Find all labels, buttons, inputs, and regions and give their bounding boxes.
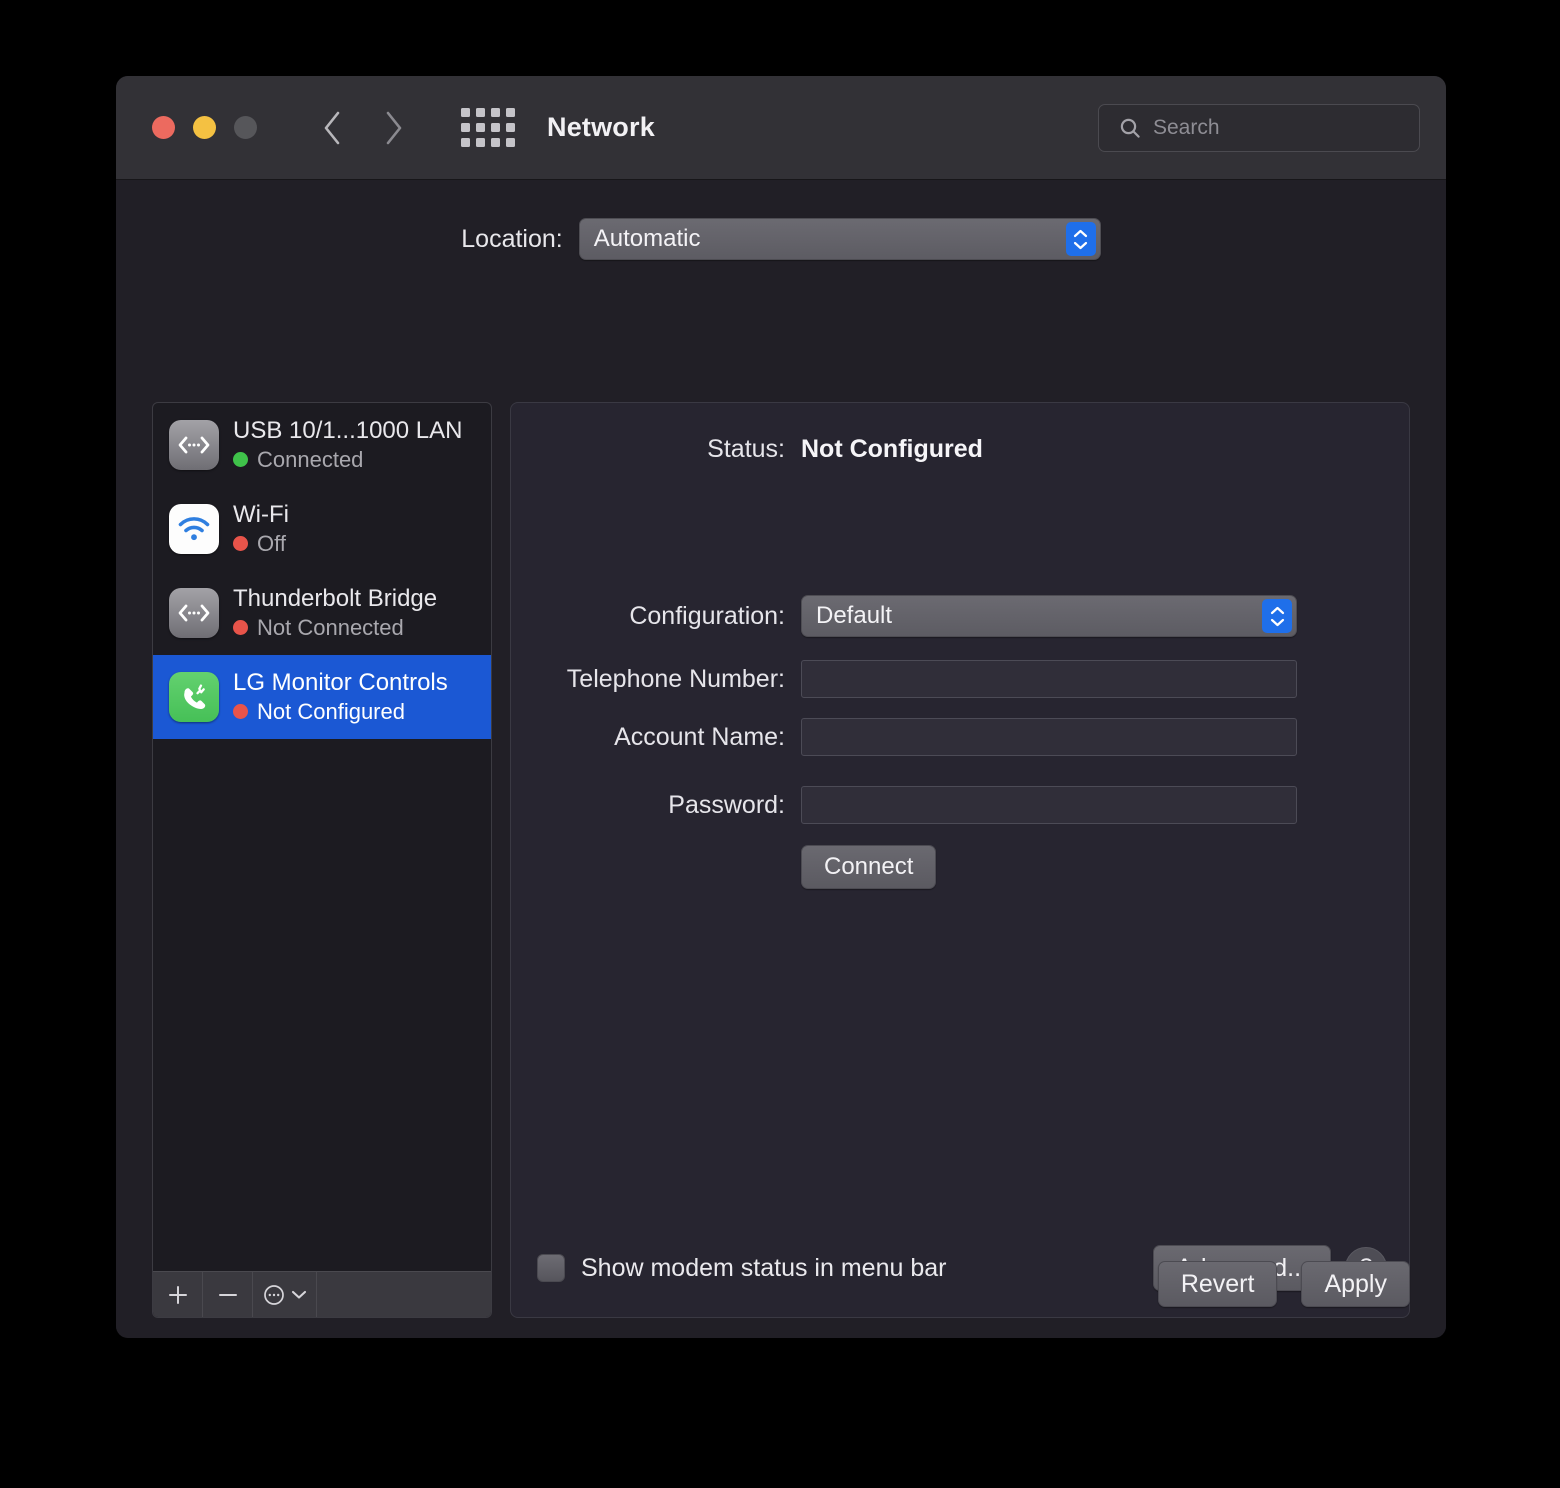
grid-icon[interactable] (461, 108, 515, 147)
status-dot-red (233, 536, 248, 552)
service-status: Connected (233, 446, 462, 473)
remove-service-button[interactable] (203, 1272, 253, 1317)
service-status-label: Off (257, 530, 286, 556)
service-status-label: Not Connected (257, 614, 404, 640)
grid-cell (491, 108, 500, 117)
password-input[interactable] (801, 786, 1297, 824)
service-list: USB 10/1...1000 LAN Connected Wi-Fi Off … (153, 403, 491, 1271)
page-title: Network (547, 112, 655, 142)
show-modem-status-label: Show modem status in menu bar (581, 1253, 947, 1282)
sidebar-item-wifi[interactable]: Wi-Fi Off (153, 487, 491, 571)
chevron-left-icon[interactable] (319, 108, 345, 148)
service-actions-button[interactable] (253, 1272, 317, 1317)
grid-cell (506, 138, 515, 147)
service-status: Off (233, 530, 289, 557)
service-sidebar: USB 10/1...1000 LAN Connected Wi-Fi Off … (152, 402, 492, 1318)
ethernet-icon (169, 588, 219, 638)
account-name-input[interactable] (801, 718, 1297, 756)
grid-cell (506, 123, 515, 132)
window-footer: Revert Apply (1157, 1261, 1410, 1307)
status-label: Status: (707, 435, 785, 463)
password-label: Password: (668, 790, 785, 819)
service-status-label: Not Configured (257, 698, 405, 724)
telephone-label: Telephone Number: (566, 664, 785, 693)
window-body: Location: Automatic USB 10/1...1000 LAN … (116, 180, 1446, 1337)
configuration-row: Configuration: Default (511, 595, 1409, 637)
search-field[interactable] (1098, 104, 1424, 152)
traffic-light-group (152, 116, 257, 139)
grid-cell (491, 138, 500, 147)
telephone-input[interactable] (801, 660, 1297, 698)
grid-cell (461, 108, 470, 117)
minimize-button[interactable] (193, 116, 216, 139)
status-dot-red (233, 620, 248, 636)
status-dot-green (233, 452, 248, 468)
ethernet-icon (169, 420, 219, 470)
revert-button[interactable]: Revert (1157, 1261, 1278, 1307)
search-input[interactable] (1153, 116, 1424, 140)
connect-row: Connect (801, 845, 937, 889)
location-value: Automatic (593, 225, 701, 252)
account-name-label: Account Name: (614, 722, 785, 751)
service-name: Thunderbolt Bridge (233, 584, 438, 612)
status-row: Status: Not Configured (511, 435, 1409, 464)
configuration-stepper-icon[interactable] (1262, 599, 1292, 633)
network-preferences-window: Network Location: Automatic (116, 76, 1446, 1338)
service-name: LG Monitor Controls (233, 668, 448, 696)
apply-button[interactable]: Apply (1301, 1261, 1410, 1307)
sidebar-item-text: Thunderbolt Bridge Not Connected (233, 584, 438, 641)
zoom-button[interactable] (234, 116, 257, 139)
chevron-right-icon[interactable] (381, 108, 407, 148)
window-titlebar: Network (116, 76, 1446, 180)
grid-cell (506, 108, 515, 117)
ellipsis-circle-icon (264, 1284, 284, 1305)
service-status: Not Configured (233, 698, 448, 725)
account-name-row: Account Name: (511, 718, 1409, 756)
sidebar-item-text: USB 10/1...1000 LAN Connected (233, 416, 463, 473)
connect-button[interactable]: Connect (801, 845, 937, 889)
sidebar-item-usb-lan[interactable]: USB 10/1...1000 LAN Connected (153, 403, 491, 487)
sidebar-item-text: Wi-Fi Off (233, 500, 289, 557)
service-detail-panel: Status: Not Configured Configuration: De… (510, 402, 1410, 1318)
grid-cell (476, 123, 485, 132)
location-stepper-icon[interactable] (1065, 222, 1096, 256)
location-row: Location: Automatic (116, 180, 1446, 260)
wifi-icon (169, 504, 219, 554)
sidebar-toolbar-filler (317, 1272, 491, 1317)
close-button[interactable] (152, 116, 175, 139)
configuration-value: Default (816, 602, 893, 629)
grid-cell (476, 108, 485, 117)
telephone-row: Telephone Number: (511, 660, 1409, 698)
main-split: USB 10/1...1000 LAN Connected Wi-Fi Off … (116, 402, 1446, 1337)
sidebar-item-thunderbolt-bridge[interactable]: Thunderbolt Bridge Not Connected (153, 571, 491, 655)
chevron-down-icon (291, 1290, 307, 1299)
configuration-label: Configuration: (629, 601, 785, 630)
service-name: USB 10/1...1000 LAN (233, 416, 463, 444)
show-modem-status-checkbox[interactable] (537, 1254, 565, 1282)
service-name: Wi-Fi (233, 500, 289, 528)
navigation-buttons (319, 108, 407, 148)
status-badge: Not Configured (801, 435, 983, 463)
grid-cell (476, 138, 485, 147)
configuration-popup-button[interactable]: Default (801, 595, 1297, 637)
grid-cell (461, 123, 470, 132)
search-icon (1120, 118, 1140, 138)
service-status-label: Connected (257, 446, 364, 472)
location-label: Location: (461, 224, 563, 253)
grid-cell (461, 138, 470, 147)
status-dot-red (233, 704, 248, 720)
grid-cell (491, 123, 500, 132)
modem-phone-icon (169, 672, 219, 722)
sidebar-toolbar (153, 1271, 491, 1317)
sidebar-item-text: LG Monitor Controls Not Configured (233, 668, 448, 725)
sidebar-item-lg-monitor-controls[interactable]: LG Monitor Controls Not Configured (153, 655, 491, 739)
service-status: Not Connected (233, 614, 437, 641)
password-row: Password: (511, 786, 1409, 824)
add-service-button[interactable] (153, 1272, 203, 1317)
location-popup-button[interactable]: Automatic (578, 218, 1101, 260)
